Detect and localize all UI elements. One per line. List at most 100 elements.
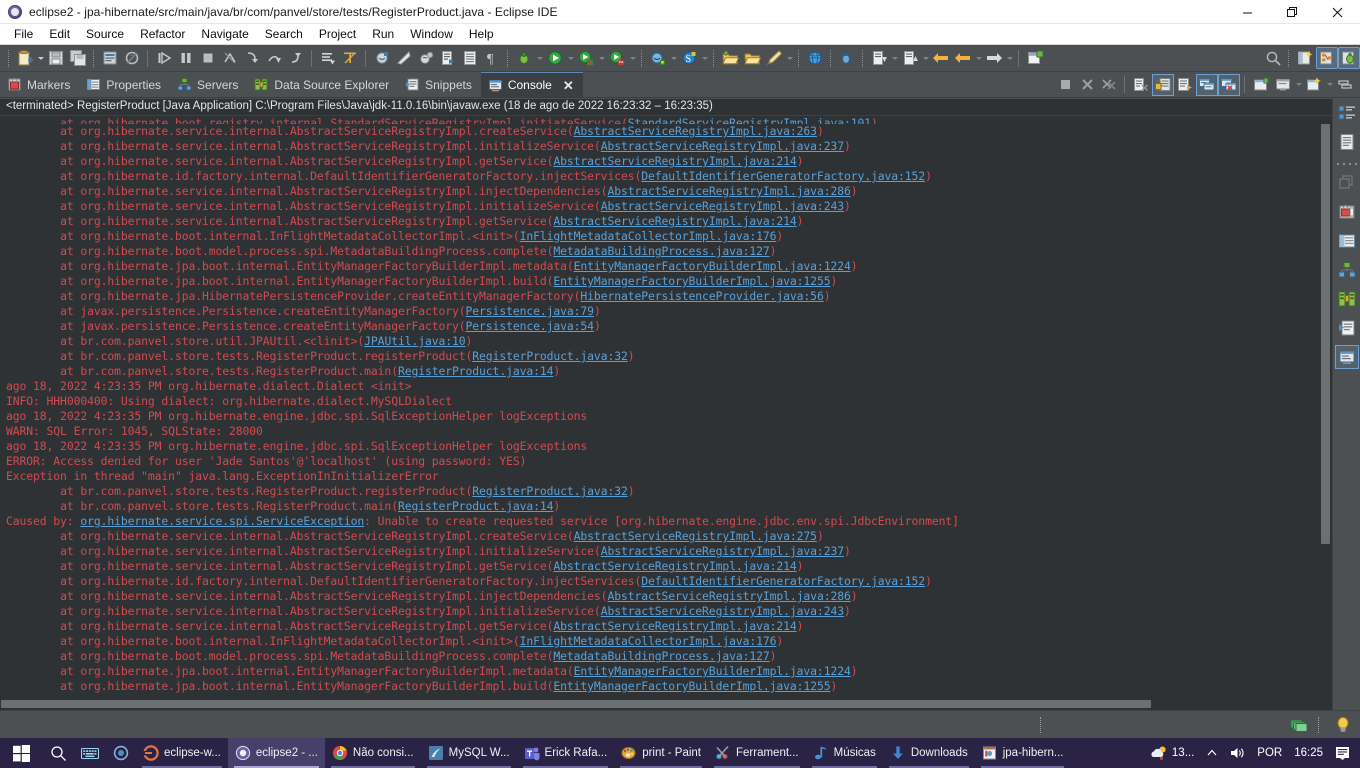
stack-trace-link[interactable]: Persistence.java:54 xyxy=(466,319,595,333)
skip-breakpoints-icon[interactable] xyxy=(340,48,360,68)
profile-icon[interactable] xyxy=(607,48,627,68)
edit-icon[interactable] xyxy=(764,48,784,68)
taskbar-item-chrome[interactable]: Não consi... xyxy=(325,738,421,768)
stack-trace-link[interactable]: AbstractServiceRegistryImpl.java:214 xyxy=(553,619,796,633)
menu-source[interactable]: Source xyxy=(78,25,132,43)
taskbar-item-downloads[interactable]: Downloads xyxy=(883,738,975,768)
coverage-icon[interactable] xyxy=(394,48,414,68)
tip-of-the-day-icon[interactable] xyxy=(1332,715,1354,735)
cortana-button[interactable] xyxy=(106,738,136,768)
open-folder-icon[interactable] xyxy=(720,48,740,68)
minimize-button[interactable] xyxy=(1225,0,1270,24)
stack-trace-link[interactable]: EntityManagerFactoryBuilderImpl.java:122… xyxy=(574,664,851,678)
open-task-icon[interactable] xyxy=(318,48,338,68)
stack-trace-link[interactable]: EntityManagerFactoryBuilderImpl.java:125… xyxy=(553,679,830,693)
web-browser-icon[interactable] xyxy=(805,48,825,68)
step-into-icon[interactable] xyxy=(242,48,262,68)
forward-dropdown-caret[interactable] xyxy=(1005,48,1014,68)
stack-trace-link[interactable]: DefaultIdentifierGeneratorFactory.java:1… xyxy=(641,574,925,588)
stack-trace-link[interactable]: AbstractServiceRegistryImpl.java:263 xyxy=(574,124,817,138)
console-view-icon[interactable] xyxy=(1334,345,1359,369)
pilcrow-icon[interactable]: ¶ xyxy=(482,48,502,68)
status-bar-drag-handle[interactable] xyxy=(1040,716,1046,733)
stack-trace-link[interactable]: RegisterProduct.java:14 xyxy=(398,364,554,378)
close-icon[interactable]: ✕ xyxy=(563,79,574,92)
stack-trace-link[interactable]: Persistence.java:79 xyxy=(466,304,595,318)
scrollbar-thumb[interactable] xyxy=(1,700,1151,708)
debug-perspective-active-icon[interactable] xyxy=(1338,47,1360,69)
disconnect-icon[interactable] xyxy=(220,48,240,68)
back-arrow-icon[interactable] xyxy=(931,48,951,68)
taskbar-item-eclipse-workspace[interactable]: eclipse-w... xyxy=(136,738,228,768)
stack-trace-link[interactable]: StandardServiceRegistryImpl.java:101 xyxy=(628,116,871,124)
stack-trace-link[interactable]: AbstractServiceRegistryImpl.java:286 xyxy=(607,589,850,603)
weather-widget[interactable]: 13... xyxy=(1144,738,1200,768)
edit-dropdown-caret[interactable] xyxy=(785,48,794,68)
open-perspective-icon[interactable] xyxy=(1295,48,1315,68)
rail-drag-handle[interactable] xyxy=(1336,160,1357,168)
remove-all-terminated-icon[interactable] xyxy=(1099,75,1119,95)
taskbar-item-mysql-workbench[interactable]: MySQL W... xyxy=(421,738,517,768)
menu-refactor[interactable]: Refactor xyxy=(132,25,193,43)
save-all-icon[interactable] xyxy=(68,48,88,68)
taskbar-item-snipping-tool[interactable]: Ferrament... xyxy=(708,738,806,768)
menu-help[interactable]: Help xyxy=(461,25,502,43)
menu-file[interactable]: File xyxy=(6,25,41,43)
menu-run[interactable]: Run xyxy=(364,25,402,43)
stack-trace-link[interactable]: EntityManagerFactoryBuilderImpl.java:125… xyxy=(553,274,830,288)
restore-button[interactable] xyxy=(1270,0,1315,24)
outline-view-icon[interactable] xyxy=(1336,102,1358,124)
suspend-icon[interactable] xyxy=(176,48,196,68)
menu-window[interactable]: Window xyxy=(402,25,461,43)
data-source-explorer-view-icon[interactable] xyxy=(1336,288,1358,310)
clock[interactable]: 16:25 xyxy=(1288,738,1329,768)
language-indicator[interactable]: POR xyxy=(1251,738,1288,768)
stack-trace-link[interactable]: AbstractServiceRegistryImpl.java:286 xyxy=(607,184,850,198)
heap-status-icon[interactable] xyxy=(1288,715,1310,735)
search-icon[interactable] xyxy=(1263,48,1283,68)
stack-trace-link[interactable]: MetadataBuildingProcess.java:127 xyxy=(553,244,769,258)
stack-trace-link[interactable]: AbstractServiceRegistryImpl.java:214 xyxy=(553,559,796,573)
volume-icon[interactable] xyxy=(1224,738,1251,768)
run-server-icon[interactable] xyxy=(576,48,596,68)
run-server-dropdown-caret[interactable] xyxy=(597,48,606,68)
stack-trace-link[interactable]: InFlightMetadataCollectorImpl.java:176 xyxy=(520,634,777,648)
show-console-on-error-icon[interactable] xyxy=(1218,73,1240,96)
stack-trace-link[interactable]: AbstractServiceRegistryImpl.java:214 xyxy=(553,214,796,228)
open-console-caret[interactable] xyxy=(1325,75,1334,95)
display-selected-console-caret[interactable] xyxy=(1294,75,1303,95)
close-folder-icon[interactable] xyxy=(742,48,762,68)
new-wizard-dropdown-caret[interactable] xyxy=(36,48,45,68)
new-window-icon[interactable] xyxy=(1025,48,1045,68)
task-list-view-icon[interactable] xyxy=(1336,131,1358,153)
stack-trace-link[interactable]: DefaultIdentifierGeneratorFactory.java:1… xyxy=(641,169,925,183)
open-console-icon[interactable] xyxy=(1304,75,1324,95)
action-center-icon[interactable] xyxy=(1329,738,1356,768)
forward-arrow-icon[interactable] xyxy=(984,48,1004,68)
tab-servers[interactable]: Servers xyxy=(170,72,247,97)
new-javascript-dropdown-caret[interactable] xyxy=(700,48,709,68)
menu-edit[interactable]: Edit xyxy=(41,25,78,43)
profile-dropdown-caret[interactable] xyxy=(628,48,637,68)
run-dropdown-caret[interactable] xyxy=(566,48,575,68)
stack-trace-link[interactable]: EntityManagerFactoryBuilderImpl.java:122… xyxy=(574,259,851,273)
scrollbar-thumb[interactable] xyxy=(1321,124,1330,544)
taskbar-item-music[interactable]: Músicas xyxy=(806,738,883,768)
stack-trace-link[interactable]: AbstractServiceRegistryImpl.java:237 xyxy=(601,139,844,153)
stack-trace-link[interactable]: AbstractServiceRegistryImpl.java:237 xyxy=(601,544,844,558)
java-perspective-icon[interactable] xyxy=(1316,47,1338,69)
restore-group-icon[interactable] xyxy=(1336,172,1358,194)
stack-trace-link[interactable]: RegisterProduct.java:14 xyxy=(398,499,554,513)
open-declaration-icon[interactable] xyxy=(460,48,480,68)
console-output[interactable]: at org.hibernate.boot.registry.internal.… xyxy=(0,116,1332,710)
run-icon[interactable] xyxy=(545,48,565,68)
scroll-lock-icon[interactable] xyxy=(1152,73,1174,96)
stack-trace-link[interactable]: HibernatePersistenceProvider.java:56 xyxy=(580,289,823,303)
step-return-icon[interactable] xyxy=(286,48,306,68)
previous-annotation-dropdown-caret[interactable] xyxy=(921,48,930,68)
new-java-project-icon[interactable] xyxy=(372,48,392,68)
markers-view-icon[interactable] xyxy=(1336,201,1358,223)
taskbar-item-explorer[interactable]: jpa-hibern... xyxy=(975,738,1071,768)
run-ant-icon[interactable] xyxy=(837,48,857,68)
tab-data-source-explorer[interactable]: Data Source Explorer xyxy=(247,72,398,97)
